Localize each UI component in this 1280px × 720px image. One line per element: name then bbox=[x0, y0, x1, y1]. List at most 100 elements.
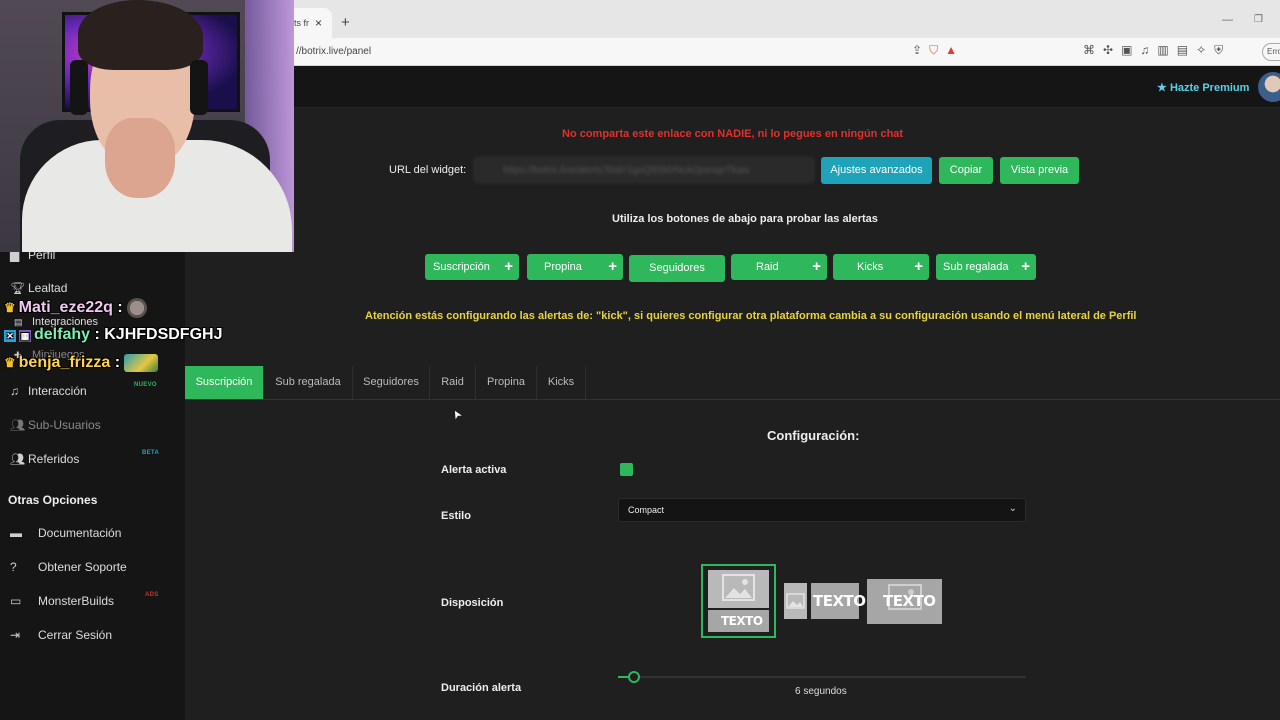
sidebar-item-soporte[interactable]: ? Obtener Soporte bbox=[10, 560, 127, 574]
tab-raid[interactable]: Raid bbox=[430, 366, 476, 399]
sidebar-item-cerrar-sesion[interactable]: ⇥ Cerrar Sesión bbox=[10, 628, 112, 642]
advanced-settings-button[interactable]: Ajustes avanzados bbox=[821, 157, 932, 184]
doc-icon: ▬ bbox=[10, 526, 22, 540]
share-icon[interactable]: ⇪ bbox=[912, 43, 929, 57]
sidebar-item-interaccion[interactable]: ♫ Interacción bbox=[10, 384, 87, 398]
maximize-window-button[interactable]: ❐ bbox=[1254, 14, 1263, 25]
webcam-overlay bbox=[0, 0, 294, 252]
emote-icon bbox=[124, 354, 159, 372]
chat-separator: : bbox=[112, 299, 123, 317]
platform-attention: Atención estás configurando las alertas … bbox=[365, 310, 1137, 322]
duration-slider-track[interactable] bbox=[618, 676, 1026, 678]
url-field[interactable]: //botrix.live/panel bbox=[296, 46, 371, 57]
layout-text: TEXTO bbox=[813, 592, 866, 610]
style-label: Estilo bbox=[441, 510, 471, 522]
preview-button[interactable]: Vista previa bbox=[1000, 157, 1079, 184]
browser-tab-title: ts fr bbox=[294, 18, 309, 28]
music-icon[interactable]: ♫ bbox=[1140, 43, 1157, 57]
sidebar-item-documentacion[interactable]: ▬ Documentación bbox=[10, 526, 121, 540]
address-actions: ⇪⛉▲ bbox=[912, 43, 964, 58]
sidebar-item-sub-usuarios[interactable]: 👥︎ Sub-Usuarios bbox=[10, 418, 101, 432]
button-label: Sub regalada bbox=[943, 261, 1009, 273]
wallet-icon[interactable]: ▤ bbox=[1177, 43, 1196, 57]
chat-message: ♛ Mati_eze22q : bbox=[4, 298, 148, 318]
test-kicks-button[interactable]: Kicks + bbox=[833, 254, 929, 280]
copy-button[interactable]: Copiar bbox=[939, 157, 993, 184]
star-icon: ★ bbox=[1157, 82, 1167, 94]
premium-label: Hazte Premium bbox=[1169, 82, 1250, 94]
sidebar-item-label: Cerrar Sesión bbox=[38, 628, 113, 642]
image-placeholder-icon bbox=[708, 570, 769, 608]
sidebar-icon[interactable]: ▥ bbox=[1157, 43, 1176, 57]
premium-link[interactable]: ★ Hazte Premium bbox=[1157, 81, 1249, 94]
users-icon: 👥︎ bbox=[10, 418, 26, 432]
config-title: Configuración: bbox=[767, 428, 860, 443]
tab-suscripcion[interactable]: Suscripción bbox=[185, 366, 264, 399]
tab-sub-regalada[interactable]: Sub regalada bbox=[264, 366, 353, 399]
sidebar-item-lealtad[interactable]: 🏆︎ Lealtad bbox=[10, 281, 67, 295]
mod-badge-icon: ▦ bbox=[19, 330, 31, 342]
vpn-icon[interactable]: ⛨ bbox=[1214, 43, 1231, 57]
logout-icon: ⇥ bbox=[10, 628, 21, 642]
image-placeholder-icon bbox=[784, 583, 807, 619]
test-propina-button[interactable]: Propina + bbox=[527, 254, 623, 280]
test-suscripcion-button[interactable]: Suscripción + bbox=[425, 254, 519, 280]
sub-badge-icon: ✕ bbox=[4, 330, 16, 342]
layout-label: Disposición bbox=[441, 597, 504, 609]
test-seguidores-button[interactable]: Seguidores bbox=[629, 255, 725, 282]
layout-option-text-over[interactable]: TEXTO bbox=[867, 579, 942, 624]
tab-seguidores[interactable]: Seguidores bbox=[353, 366, 430, 399]
tab-kicks[interactable]: Kicks bbox=[537, 366, 586, 399]
avatar[interactable] bbox=[1258, 72, 1280, 102]
toolbar-extensions: ⌘✣▣♫▥▤✧⛨ bbox=[1083, 43, 1231, 58]
help-icon: ? bbox=[10, 560, 17, 574]
translate-icon[interactable]: ⌘ bbox=[1083, 43, 1103, 57]
close-tab-icon[interactable]: × bbox=[315, 16, 322, 30]
sidebar-item-label: MonsterBuilds bbox=[38, 594, 115, 608]
test-sub-regalada-button[interactable]: Sub regalada + bbox=[936, 254, 1036, 280]
layout-option-image-left[interactable]: TEXTO bbox=[784, 583, 866, 619]
minimize-window-button[interactable]: — bbox=[1222, 14, 1233, 26]
sidebar-item-label: Obtener Soporte bbox=[38, 560, 127, 574]
layout-text: TEXTO bbox=[721, 614, 763, 628]
url-label: URL del widget: bbox=[389, 164, 467, 176]
button-label: Raid bbox=[756, 261, 779, 273]
button-label: Kicks bbox=[857, 261, 884, 273]
chat-username: Mati_eze22q bbox=[18, 299, 113, 317]
chat-message: ♛ benja_frizza : bbox=[4, 354, 159, 372]
plus-icon: + bbox=[812, 258, 821, 275]
alert-active-label: Alerta activa bbox=[441, 464, 507, 476]
rewards-icon[interactable]: ▲ bbox=[945, 43, 964, 57]
emote-icon bbox=[127, 298, 148, 318]
style-select[interactable]: Compact ⌄ bbox=[618, 498, 1026, 522]
error-chip[interactable]: Erro bbox=[1262, 43, 1280, 61]
widget-url-input[interactable]: https://botrix.live/alerts?bid=1gsQ9SkhN… bbox=[474, 157, 814, 183]
section-title-otras-opciones: Otras Opciones bbox=[8, 493, 98, 507]
sidebar-item-monsterbuilds[interactable]: ▭ MonsterBuilds bbox=[10, 594, 114, 608]
brave-shield-icon[interactable]: ⛉ bbox=[929, 43, 945, 57]
screenshot-icon[interactable]: ▣ bbox=[1121, 43, 1140, 57]
copilot-icon[interactable]: ✧ bbox=[1196, 43, 1214, 57]
extension-icon[interactable]: ✣ bbox=[1103, 43, 1121, 57]
new-tab-button[interactable]: + bbox=[341, 14, 350, 31]
beta-badge: BETA bbox=[142, 450, 160, 456]
security-warning: No comparta este enlace con NADIE, ni lo… bbox=[562, 128, 904, 140]
plus-icon: + bbox=[608, 258, 617, 275]
duration-value: 6 segundos bbox=[795, 686, 847, 697]
headset-icon bbox=[70, 60, 88, 115]
tab-propina[interactable]: Propina bbox=[476, 366, 537, 399]
test-raid-button[interactable]: Raid + bbox=[731, 254, 827, 280]
music-note-icon: ♫ bbox=[10, 384, 19, 398]
sidebar-item-label: Interacción bbox=[28, 384, 87, 398]
duration-label: Duración alerta bbox=[441, 682, 522, 694]
button-label: Seguidores bbox=[649, 262, 705, 274]
webcam-person-hand bbox=[105, 118, 175, 198]
button-label: Suscripción bbox=[433, 261, 490, 273]
browser-tab[interactable]: ts fr bbox=[288, 8, 332, 38]
alert-active-checkbox[interactable] bbox=[620, 463, 633, 476]
plus-icon: + bbox=[504, 258, 513, 275]
crown-icon: ♛ bbox=[4, 300, 16, 316]
layout-option-image-top[interactable]: TEXTO bbox=[701, 564, 776, 638]
new-badge: NUEVO bbox=[134, 382, 157, 388]
sidebar-item-referidos[interactable]: 👥︎ Referidos bbox=[10, 452, 79, 466]
